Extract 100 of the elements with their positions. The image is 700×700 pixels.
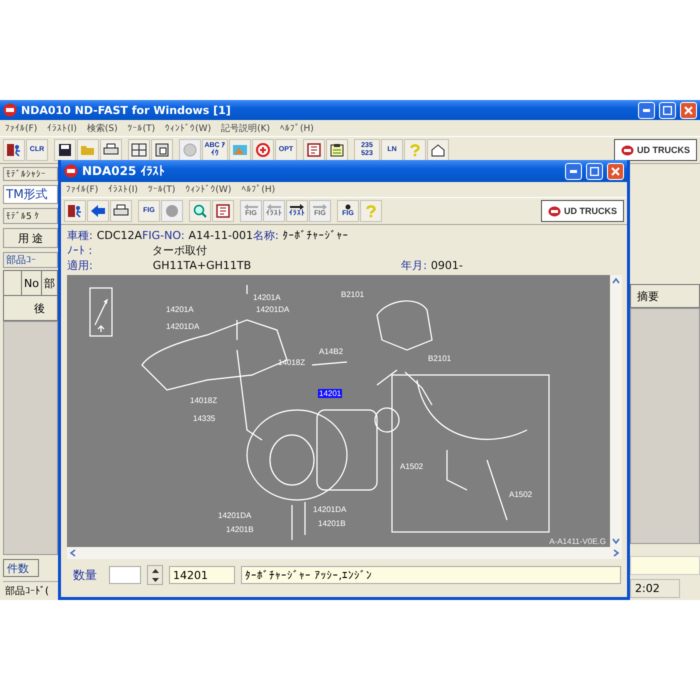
app-icon: [64, 164, 78, 178]
toolbar-button[interactable]: [3, 139, 25, 161]
menu-item[interactable]: ｲﾗｽﾄ(I): [47, 122, 77, 134]
drawing-code: A-A1411-V0E.G: [549, 537, 606, 546]
clipboard-icon: [329, 143, 345, 157]
window-title: NDA025 ｲﾗｽﾄ: [82, 164, 166, 178]
minimize-icon: [643, 108, 650, 112]
horizontal-scrollbar[interactable]: [67, 547, 622, 559]
left-arrow-icon: [243, 204, 259, 210]
minimize-button[interactable]: [565, 162, 582, 180]
parts-code-tab[interactable]: 部品ｺｰ: [3, 252, 58, 268]
menu-item[interactable]: ﾍﾙﾌﾟ(H): [280, 122, 314, 134]
use-button[interactable]: 用 途: [3, 228, 58, 248]
field-label: 適用:: [67, 258, 93, 272]
exit-icon: [6, 143, 22, 157]
quantity-field[interactable]: [109, 566, 141, 584]
field-value: 0901-: [430, 258, 463, 272]
part-callout[interactable]: 14201A: [165, 305, 195, 314]
field-value: ﾀｰﾎﾞﾁｬｰｼﾞｬｰ: [282, 228, 349, 242]
part-callout[interactable]: 14201DA: [165, 322, 200, 331]
part-callout[interactable]: 14201B: [225, 525, 255, 534]
part-callout[interactable]: 14201B: [317, 519, 347, 528]
field-value: ターボ取付: [152, 242, 208, 258]
printer-icon: [103, 143, 119, 157]
part-callout[interactable]: B2101: [427, 354, 452, 363]
search-icon: [192, 204, 208, 218]
field-label: ﾉｰﾄ :: [67, 244, 92, 256]
part-callout[interactable]: 14018Z: [189, 396, 218, 405]
picture-icon: [232, 143, 248, 157]
status-time: 2:02: [630, 579, 680, 598]
quantity-label: 数量: [73, 566, 97, 584]
field-value: CDC12A: [96, 228, 142, 242]
maximize-button[interactable]: [586, 162, 603, 180]
back-arrow-icon: [90, 204, 106, 218]
part-callout[interactable]: 14335: [192, 414, 216, 423]
part-name-field[interactable]: ﾀｰﾎﾞﾁｬｰｼﾞｬｰ ｱｯｼｰ,ｴﾝｼﾞﾝ: [241, 566, 621, 584]
field-label: FIG-NO:: [142, 228, 185, 242]
menu-item[interactable]: ﾍﾙﾌﾟ(H): [241, 184, 276, 195]
field-label: 年月:: [401, 258, 427, 272]
book-icon: [306, 143, 322, 157]
spinner-button[interactable]: [147, 565, 163, 585]
toolbar-button[interactable]: [128, 139, 150, 161]
left-arrow-icon: [266, 204, 282, 210]
part-callout[interactable]: 14018Z: [277, 358, 306, 367]
menu-item[interactable]: ﾌｧｲﾙ(F): [66, 184, 98, 195]
column-header: 部: [41, 271, 57, 295]
maximize-button[interactable]: [659, 102, 676, 118]
maximize-icon: [663, 106, 672, 114]
house-icon: [430, 143, 446, 157]
printer-icon: [113, 204, 129, 218]
part-number-field[interactable]: 14201: [169, 566, 235, 584]
logo-text: UD TRUCKS: [637, 145, 690, 155]
right-arrow-icon: [289, 204, 305, 210]
toolbar-button[interactable]: [326, 139, 348, 161]
part-callout[interactable]: B2101: [340, 290, 366, 299]
toolbar-button[interactable]: [100, 139, 122, 161]
logo-icon: [548, 206, 561, 216]
table-cell: 後: [3, 296, 58, 321]
part-callout[interactable]: A1502: [399, 462, 424, 471]
part-callout[interactable]: 14201: [318, 389, 342, 398]
toolbar-button[interactable]: [151, 139, 173, 161]
menu-item[interactable]: ﾌｧｲﾙ(F): [5, 122, 38, 134]
part-callout[interactable]: 14201DA: [255, 305, 290, 314]
close-button[interactable]: [607, 162, 624, 180]
toolbar-button[interactable]: [303, 139, 325, 161]
menu-item[interactable]: 記号説明(K): [221, 122, 270, 134]
part-callout[interactable]: 14201A: [252, 293, 282, 302]
vertical-scrollbar[interactable]: [610, 275, 622, 547]
column-header: 摘要: [630, 284, 700, 308]
field-label: 車種:: [67, 228, 93, 242]
part-callout[interactable]: A1502: [508, 490, 534, 499]
right-arrow-icon: [312, 204, 328, 210]
toolbar-button[interactable]: [212, 200, 234, 222]
column-header: No: [21, 271, 41, 295]
toolbar-button[interactable]: [64, 200, 86, 222]
part-callout[interactable]: 14201DA: [217, 511, 252, 520]
toolbar-button[interactable]: [110, 200, 132, 222]
toolbar-button[interactable]: [427, 139, 449, 161]
menu-item[interactable]: ｳｨﾝﾄﾞｳ(W): [165, 122, 212, 134]
exit-icon: [67, 204, 83, 218]
logo-text: UD TRUCKS: [564, 206, 617, 216]
dot-icon: [344, 204, 352, 210]
menu-item[interactable]: ｲﾗｽﾄ(I): [108, 184, 138, 195]
menu-item[interactable]: 検索(S): [86, 122, 118, 134]
minimize-button[interactable]: [638, 102, 655, 118]
toolbar-button[interactable]: [54, 139, 76, 161]
menu-item[interactable]: ﾂｰﾙ(T): [128, 122, 156, 134]
menu-item[interactable]: ﾂｰﾙ(T): [148, 184, 176, 195]
close-button[interactable]: [680, 102, 697, 118]
menu-item[interactable]: ｳｨﾝﾄﾞｳ(W): [185, 184, 232, 195]
tm-type-tab[interactable]: TM形式: [3, 185, 58, 204]
chassis-tab[interactable]: ﾓﾃﾞﾙｼｬｼｰ: [3, 167, 58, 181]
up-arrow-icon: [152, 568, 158, 572]
field-value: GH11TA+GH11TB: [152, 258, 252, 272]
part-callout[interactable]: 14201DA: [312, 505, 348, 514]
part-callout[interactable]: A14B2: [318, 347, 344, 356]
close-icon: [611, 166, 620, 176]
count-label: 件数: [3, 559, 39, 577]
toolbar-button[interactable]: [87, 200, 109, 222]
window-title: NDA010 ND-FAST for Windows [1]: [21, 104, 232, 116]
